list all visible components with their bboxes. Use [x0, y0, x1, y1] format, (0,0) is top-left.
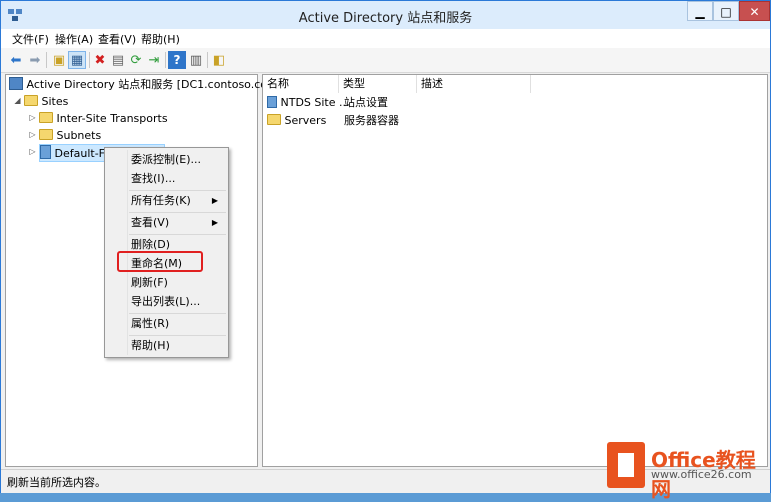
menu-item-label: 刷新(F): [131, 276, 168, 289]
close-button[interactable]: ✕: [739, 1, 770, 21]
window-title: Active Directory 站点和服务: [298, 11, 473, 26]
back-icon[interactable]: ⬅: [7, 51, 25, 69]
submenu-arrow-icon: ▶: [211, 218, 218, 227]
menu-item-all-tasks[interactable]: 所有任务(K) ▶: [131, 192, 224, 210]
menu-item-label: 查找(I)...: [131, 172, 176, 185]
ad-sites-icon: [9, 77, 23, 90]
ntds-settings-icon: [267, 96, 277, 108]
menu-item-label: 导出列表(L)...: [131, 295, 201, 308]
status-text: 刷新当前所选内容。: [7, 476, 106, 489]
tree-subnets[interactable]: Subnets: [39, 128, 101, 144]
toolbar-separator: [89, 52, 90, 68]
menu-item-refresh[interactable]: 刷新(F): [131, 274, 224, 292]
tree-root[interactable]: Active Directory 站点和服务 [DC1.contoso.com]: [9, 77, 282, 93]
menu-item-delegate-control[interactable]: 委派控制(E)...: [131, 151, 224, 169]
expand-icon[interactable]: ▷: [28, 130, 37, 139]
tree-sites[interactable]: Sites: [24, 94, 68, 110]
refresh-icon[interactable]: ⟳: [127, 51, 145, 69]
expand-icon[interactable]: ▷: [28, 113, 37, 122]
list-item-type: 服务器容器: [344, 114, 399, 127]
tree-inter-site[interactable]: Inter-Site Transports: [39, 111, 168, 127]
toolbar-separator: [46, 52, 47, 68]
toolbar-separator: [165, 52, 166, 68]
main-window: Active Directory 站点和服务 ▁ □ ✕ 文件(F) 操作(A)…: [0, 0, 771, 501]
menu-file[interactable]: 文件(F): [12, 31, 49, 47]
snapin-icon[interactable]: ◧: [210, 51, 228, 69]
toolbar-separator: [207, 52, 208, 68]
column-description[interactable]: 描述: [417, 75, 531, 93]
minimize-button[interactable]: ▁: [687, 1, 713, 21]
menu-action[interactable]: 操作(A): [55, 31, 93, 47]
submenu-arrow-icon: ▶: [211, 196, 218, 205]
column-name[interactable]: 名称: [263, 75, 339, 93]
list-item-type: 站点设置: [344, 96, 388, 109]
show-hide-tree-icon[interactable]: ▦: [68, 51, 86, 69]
list-item[interactable]: NTDS Site ...: [267, 95, 350, 111]
forward-icon[interactable]: ➡: [26, 51, 44, 69]
logo-url: www.office26.com: [651, 468, 752, 481]
menu-item-label: 委派控制(E)...: [131, 153, 202, 166]
menu-separator: [129, 212, 226, 213]
maximize-button[interactable]: □: [713, 1, 739, 21]
menu-item-help[interactable]: 帮助(H): [131, 337, 224, 355]
tree-sites-label: Sites: [41, 95, 69, 108]
list-pane[interactable]: 名称 类型 描述 NTDS Site ... 站点设置 Servers 服务器容…: [262, 74, 768, 467]
title-bar[interactable]: Active Directory 站点和服务 ▁ □ ✕: [1, 1, 770, 29]
menu-item-find[interactable]: 查找(I)...: [131, 170, 224, 188]
list-item[interactable]: Servers: [267, 113, 326, 129]
list-item-name: Servers: [284, 114, 327, 127]
tree-root-label: Active Directory 站点和服务 [DC1.contoso.com]: [26, 78, 283, 91]
toolbar: ⬅ ➡ ▣ ▦ ✖ ▤ ⟳ ⇥ ? ▥ ◧: [1, 48, 770, 73]
menu-item-export-list[interactable]: 导出列表(L)...: [131, 293, 224, 311]
menu-separator: [129, 190, 226, 191]
menu-item-label: 查看(V): [131, 216, 170, 229]
properties-icon[interactable]: ▤: [109, 51, 127, 69]
column-type[interactable]: 类型: [339, 75, 417, 93]
menu-item-label: 删除(D): [131, 238, 171, 251]
office-logo: Office教程网 www.office26.com: [607, 442, 767, 501]
site-icon: [40, 145, 51, 159]
menu-item-label: 所有任务(K): [131, 194, 191, 207]
folder-icon: [39, 129, 53, 140]
menu-separator: [129, 313, 226, 314]
rename-highlight-box: [117, 251, 203, 272]
menu-help[interactable]: 帮助(H): [141, 31, 180, 47]
folder-icon: [39, 112, 53, 123]
help-icon[interactable]: ?: [168, 51, 186, 69]
menu-separator: [129, 234, 226, 235]
expand-icon[interactable]: ▷: [28, 147, 37, 156]
list-item-name: NTDS Site ...: [280, 96, 350, 109]
menu-item-properties[interactable]: 属性(R): [131, 315, 224, 333]
menu-separator: [129, 335, 226, 336]
menu-item-label: 属性(R): [131, 317, 170, 330]
collapse-icon[interactable]: ◢: [13, 96, 22, 105]
up-folder-icon[interactable]: ▣: [50, 51, 68, 69]
menu-view[interactable]: 查看(V): [98, 31, 136, 47]
folder-icon: [24, 95, 38, 106]
tree-inter-site-label: Inter-Site Transports: [56, 112, 168, 125]
menu-bar: 文件(F) 操作(A) 查看(V) 帮助(H): [1, 29, 770, 48]
folder-icon: [267, 114, 281, 125]
delete-icon[interactable]: ✖: [91, 51, 109, 69]
view-icon[interactable]: ▥: [187, 51, 205, 69]
export-list-icon[interactable]: ⇥: [145, 51, 163, 69]
office-logo-icon: [607, 442, 645, 488]
tree-subnets-label: Subnets: [56, 129, 102, 142]
menu-item-view[interactable]: 查看(V) ▶: [131, 214, 224, 232]
menu-item-label: 帮助(H): [131, 339, 170, 352]
